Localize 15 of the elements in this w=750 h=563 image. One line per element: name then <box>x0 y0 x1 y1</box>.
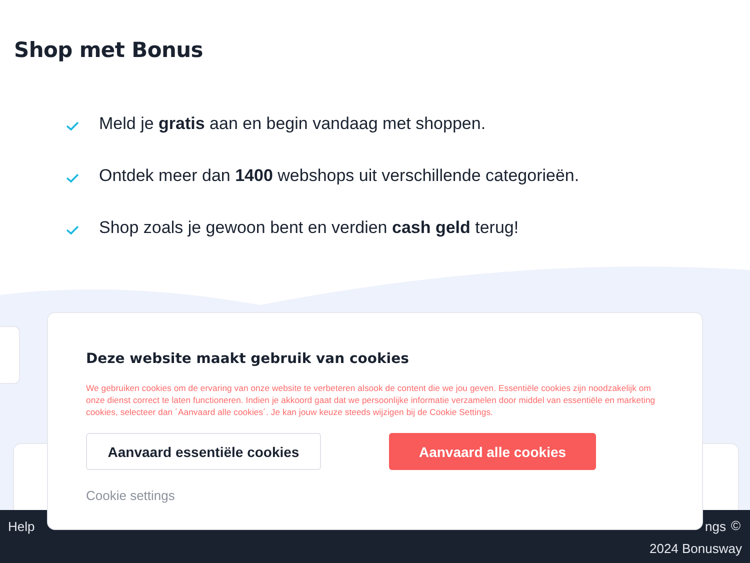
benefit-text: Ontdek meer dan 1400 webshops uit verschillende categorieën. <box>99 166 580 186</box>
dialog-title: Deze website maakt gebruik van cookies <box>86 351 409 367</box>
copyright-symbol: © <box>731 518 741 533</box>
accept-essential-button[interactable]: Aanvaard essentiële cookies <box>86 433 321 470</box>
benefit-text: Meld je gratis aan en begin vandaag met shoppen. <box>99 114 486 134</box>
footer-link[interactable]: ngs <box>705 519 726 534</box>
check-icon <box>66 173 79 183</box>
copyright-text: 2024 Bonusway <box>649 541 742 556</box>
footer-link[interactable]: Help <box>8 519 35 534</box>
check-icon <box>66 225 79 235</box>
check-icon <box>66 121 79 131</box>
cookie-notice: We gebruiken cookies om de ervaring van onze website te verbeteren alsook de content die we jou geven. Essentiële cookies zijn noodzakelijk om onze dienst correct te laten functioneren. Indien je akkoord gaat dat we persoonlijke informatie verzamelen door middel van essentiële en marketing cookies, selecteer dan ´Aanvaard alle cookies´. Je kan jouw keuze steeds wijzigen bij de Cookie Settings. <box>86 382 656 418</box>
page-title: Shop met Bonus <box>13 37 204 62</box>
benefit-text: Shop zoals je gewoon bent en verdien cash geld terug! <box>99 218 519 238</box>
shop-card <box>0 326 20 384</box>
